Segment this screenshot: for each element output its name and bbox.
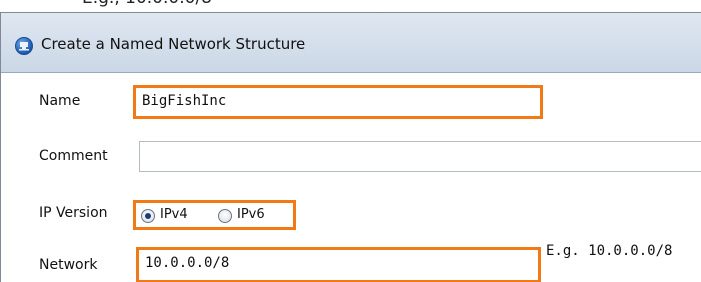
ipv6-radio[interactable]: [218, 209, 232, 223]
network-hint: E.g. 10.0.0.0/8: [546, 243, 673, 259]
name-field[interactable]: BigFishInc: [133, 85, 543, 119]
ip-version-label: IP Version: [39, 205, 108, 221]
comment-field[interactable]: [139, 141, 701, 172]
dialog-titlebar: Create a Named Network Structure: [1, 13, 701, 73]
name-label: Name: [39, 93, 81, 109]
comment-label: Comment: [39, 148, 108, 164]
screenshot: E.g., 10.0.0.0/8 Create a Named Network …: [0, 0, 701, 282]
ipv4-label[interactable]: IPv4: [160, 207, 188, 222]
ipv4-radio[interactable]: [141, 209, 155, 223]
dialog-window: Create a Named Network Structure Name Bi…: [0, 12, 701, 282]
network-globe-icon: [15, 37, 33, 55]
ipv6-label[interactable]: IPv6: [237, 207, 265, 222]
network-label: Network: [39, 257, 98, 273]
ip-version-radio-group: IPv4 IPv6: [133, 200, 296, 230]
network-field[interactable]: 10.0.0.0/8: [136, 247, 541, 282]
dialog-title: Create a Named Network Structure: [41, 35, 306, 53]
clipped-top-text: E.g., 10.0.0.0/8: [82, 0, 212, 8]
